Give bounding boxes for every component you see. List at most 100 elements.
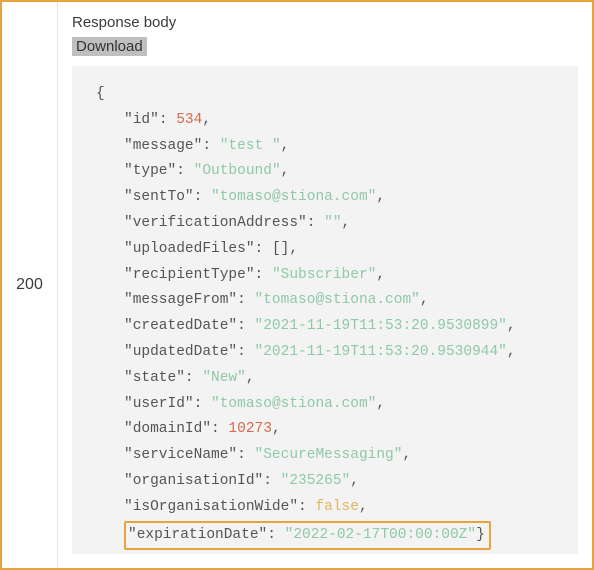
json-boolean: false: [315, 499, 359, 515]
json-comma: ,: [202, 112, 211, 128]
json-line-state: "state": "New",: [96, 366, 564, 392]
json-close-brace: }: [476, 527, 485, 543]
json-line-type: "type": "Outbound",: [96, 159, 564, 185]
json-key: "recipientType": [124, 267, 255, 283]
json-number: 10273: [228, 421, 272, 437]
json-line-messageFrom: "messageFrom": "tomaso@stiona.com",: [96, 288, 564, 314]
json-entry-sentTo: "sentTo": "tomaso@stiona.com",: [124, 189, 385, 205]
json-entry-state: "state": "New",: [124, 370, 255, 386]
json-entry-domainId: "domainId": 10273,: [124, 421, 281, 437]
json-entry-userId: "userId": "tomaso@stiona.com",: [124, 396, 385, 412]
json-entry-expirationDate: "expirationDate": "2022-02-17T00:00:00Z"…: [128, 527, 485, 543]
json-indent: "uploadedFiles": [],: [96, 237, 298, 263]
json-indent: "isOrganisationWide": false,: [96, 495, 368, 521]
json-indent: "userId": "tomaso@stiona.com",: [96, 392, 385, 418]
json-indent: "id": 534,: [96, 108, 211, 134]
status-code: 200: [16, 276, 43, 294]
json-indent: "organisationId": "235265",: [96, 469, 359, 495]
json-indent: "verificationAddress": "",: [96, 211, 350, 237]
json-indent: "messageFrom": "tomaso@stiona.com",: [96, 288, 429, 314]
json-indent: "state": "New",: [96, 366, 255, 392]
json-line-id: "id": 534,: [96, 108, 564, 134]
json-colon: :: [263, 473, 280, 489]
json-string: "tomaso@stiona.com": [255, 292, 420, 308]
json-key: "messageFrom": [124, 292, 237, 308]
json-key: "expirationDate": [128, 527, 267, 543]
json-colon: :: [237, 447, 254, 463]
json-line-expirationDate: "expirationDate": "2022-02-17T00:00:00Z"…: [96, 521, 564, 551]
json-line-isOrganisationWide: "isOrganisationWide": false,: [96, 495, 564, 521]
json-entry-type: "type": "Outbound",: [124, 163, 289, 179]
json-comma: ,: [272, 421, 281, 437]
json-line-domainId: "domainId": 10273,: [96, 417, 564, 443]
json-key: "organisationId": [124, 473, 263, 489]
json-string: "tomaso@stiona.com": [211, 396, 376, 412]
json-key: "updatedDate": [124, 344, 237, 360]
json-indent: "message": "test ",: [96, 134, 289, 160]
json-indent: "sentTo": "tomaso@stiona.com",: [96, 185, 385, 211]
json-colon: :: [255, 267, 272, 283]
json-entry-id: "id": 534,: [124, 112, 211, 128]
json-comma: ,: [402, 447, 411, 463]
json-string: "test ": [220, 138, 281, 154]
response-panel: 200 Response body Download { "id": 534, "m…: [0, 0, 594, 570]
json-entry-updatedDate: "updatedDate": "2021-11-19T11:53:20.9530…: [124, 344, 516, 360]
json-comma: ,: [376, 189, 385, 205]
json-string: "": [324, 215, 341, 231]
json-entry-createdDate: "createdDate": "2021-11-19T11:53:20.9530…: [124, 318, 516, 334]
json-string: "2021-11-19T11:53:20.9530899": [255, 318, 507, 334]
json-indent: "expirationDate": "2022-02-17T00:00:00Z"…: [96, 521, 491, 551]
json-colon: :: [185, 370, 202, 386]
json-string: "Subscriber": [272, 267, 376, 283]
json-line-sentTo: "sentTo": "tomaso@stiona.com",: [96, 185, 564, 211]
json-key: "domainId": [124, 421, 211, 437]
json-line-createdDate: "createdDate": "2021-11-19T11:53:20.9530…: [96, 314, 564, 340]
json-entry-verificationAddress: "verificationAddress": "",: [124, 215, 350, 231]
json-indent: "createdDate": "2021-11-19T11:53:20.9530…: [96, 314, 516, 340]
response-body-label: Response body: [72, 12, 578, 37]
json-comma: ,: [342, 215, 351, 231]
json-number: 534: [176, 112, 202, 128]
json-line-recipientType: "recipientType": "Subscriber",: [96, 263, 564, 289]
json-indent: "recipientType": "Subscriber",: [96, 263, 385, 289]
json-colon: :: [237, 344, 254, 360]
json-key: "userId": [124, 396, 194, 412]
json-comma: ,: [246, 370, 255, 386]
json-comma: ,: [507, 318, 516, 334]
json-comma: ,: [420, 292, 429, 308]
response-layout: 200 Response body Download { "id": 534, "m…: [2, 2, 592, 568]
json-line-uploadedFiles: "uploadedFiles": [],: [96, 237, 564, 263]
json-colon: :: [159, 112, 176, 128]
json-indent: "serviceName": "SecureMessaging",: [96, 443, 411, 469]
json-comma: ,: [376, 396, 385, 412]
json-open-line: {: [96, 82, 564, 108]
json-key: "serviceName": [124, 447, 237, 463]
json-line-organisationId: "organisationId": "235265",: [96, 469, 564, 495]
json-line-message: "message": "test ",: [96, 134, 564, 160]
json-colon: :: [237, 292, 254, 308]
json-colon: :: [237, 318, 254, 334]
json-colon: :: [267, 527, 284, 543]
json-colon: :: [307, 215, 324, 231]
download-button[interactable]: Download: [72, 37, 147, 56]
json-entry-message: "message": "test ",: [124, 138, 289, 154]
json-colon: :: [194, 396, 211, 412]
json-comma: ,: [289, 241, 298, 257]
json-colon: :: [255, 241, 272, 257]
json-string: "New": [202, 370, 246, 386]
json-entry-serviceName: "serviceName": "SecureMessaging",: [124, 447, 411, 463]
json-line-verificationAddress: "verificationAddress": "",: [96, 211, 564, 237]
json-comma: ,: [350, 473, 359, 489]
json-string: "SecureMessaging": [255, 447, 403, 463]
json-line-userId: "userId": "tomaso@stiona.com",: [96, 392, 564, 418]
json-line-updatedDate: "updatedDate": "2021-11-19T11:53:20.9530…: [96, 340, 564, 366]
json-entry-uploadedFiles: "uploadedFiles": [],: [124, 241, 298, 257]
json-entry-recipientType: "recipientType": "Subscriber",: [124, 267, 385, 283]
status-code-column: 200: [2, 2, 58, 568]
json-comma: ,: [376, 267, 385, 283]
json-key: "type": [124, 163, 176, 179]
json-comma: ,: [281, 163, 290, 179]
json-entry-isOrganisationWide: "isOrganisationWide": false,: [124, 499, 368, 515]
response-body-column: Response body Download { "id": 534, "messa…: [58, 2, 592, 568]
json-indent: "updatedDate": "2021-11-19T11:53:20.9530…: [96, 340, 516, 366]
